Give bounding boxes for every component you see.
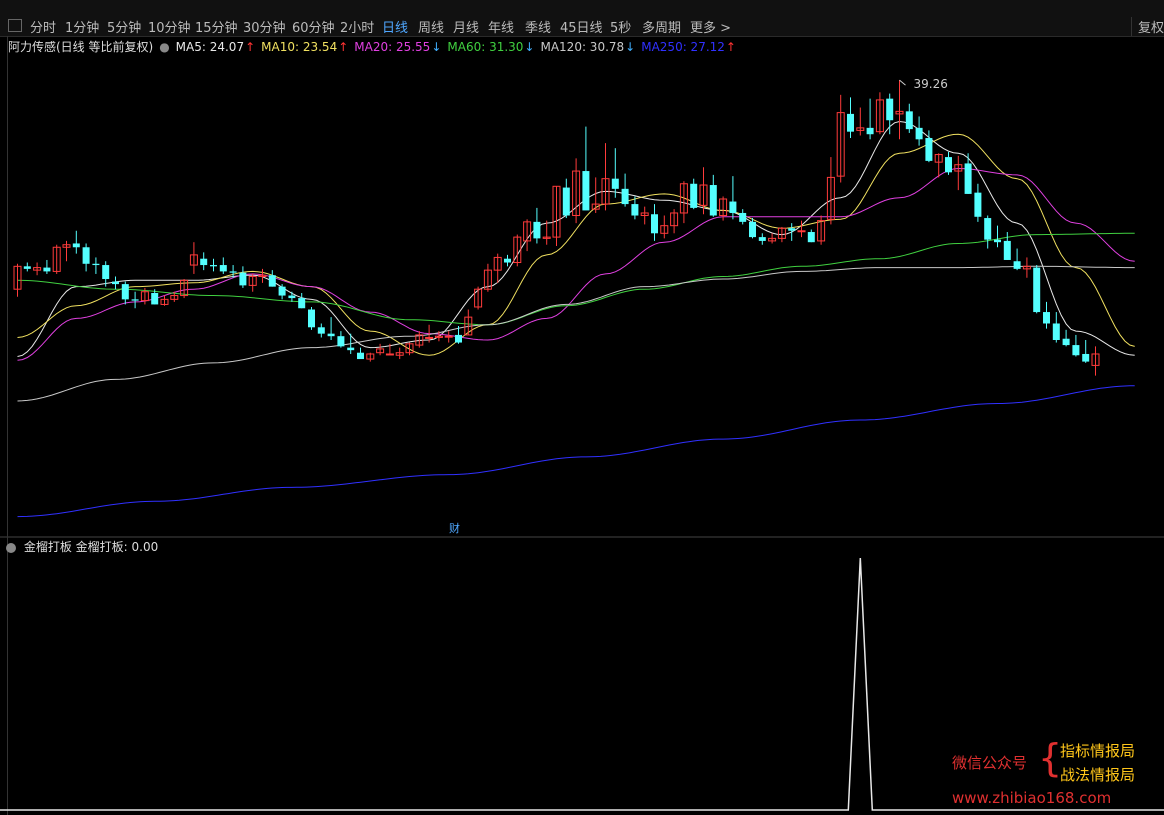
candle-body-down <box>1082 353 1090 362</box>
candle-body-down <box>709 185 717 216</box>
candle-body-down <box>455 334 462 343</box>
candle-body-down <box>1062 338 1070 346</box>
candle-body-down <box>112 281 119 285</box>
candle-body-down <box>317 327 325 334</box>
candle-body-down <box>23 266 31 269</box>
candle-body-down <box>327 333 335 337</box>
candle-body-down <box>504 258 511 263</box>
candle-body-down <box>886 98 894 121</box>
candle-body-down <box>945 157 952 173</box>
kline-chart: 39.26 <box>0 36 1164 815</box>
candle-body-down <box>915 127 923 140</box>
ma-line-ma5 <box>17 120 1135 357</box>
candle-body-down <box>151 293 159 305</box>
candle-body-down <box>562 187 570 216</box>
candle-body-up <box>797 230 806 233</box>
ma-line-ma250 <box>17 385 1135 518</box>
candle-body-down <box>739 212 747 222</box>
candle-body-down <box>611 178 619 189</box>
candle-body-down <box>1043 312 1050 324</box>
candle-body-down <box>268 275 276 287</box>
candle-body-down <box>298 298 306 309</box>
watermark-right-text-2: 战法情报局 <box>1060 766 1136 784</box>
ma-line-ma120 <box>17 265 1135 402</box>
candle-body-down <box>847 113 854 132</box>
candle-body-down <box>102 265 110 280</box>
candle-body-down <box>964 163 972 194</box>
candle-body-down <box>807 232 815 243</box>
candle-body-down <box>994 239 1001 243</box>
peak-price-label: 39.26 <box>914 77 948 91</box>
candle-body-down <box>278 286 286 296</box>
candle-body-down <box>337 336 345 347</box>
candle-body-down <box>121 284 129 300</box>
candle-body-down <box>1072 345 1080 356</box>
candle-body-down <box>631 204 639 216</box>
candle-body-down <box>239 272 247 286</box>
candle-body-down <box>131 299 139 301</box>
candle-body-down <box>219 265 227 272</box>
candle-body-down <box>1013 261 1021 269</box>
candle-body-up <box>444 335 453 338</box>
candle-body-down <box>749 221 756 238</box>
candle-body-down <box>651 214 658 234</box>
watermark: 微信公众号 { 指标情报局 战法情报局 www.zhibiao168.com <box>950 738 1160 812</box>
candle-body-down <box>1052 323 1060 340</box>
candle-body-down <box>210 265 217 267</box>
candle-body-down <box>43 267 51 272</box>
candle-body-down <box>288 295 296 299</box>
indicator-value: 金榴打板: 0.00 <box>75 540 159 554</box>
candle-body-down <box>582 171 590 211</box>
watermark-left-text: 微信公众号 <box>952 754 1028 772</box>
candle-body-down <box>72 243 80 248</box>
candle-body-down <box>621 188 629 205</box>
candle-body-down <box>984 218 992 240</box>
candle-body-down <box>82 247 90 264</box>
watermark-brace: { <box>1038 736 1063 780</box>
indicator-header: 金榴打板 金榴打板: 0.00 <box>6 538 158 555</box>
finance-marker[interactable]: 财 <box>449 520 460 536</box>
candle-body-down <box>92 263 100 266</box>
candle-body-down <box>347 347 355 351</box>
candle-body-down <box>357 352 364 360</box>
candle-body-down <box>308 309 315 328</box>
indicator-name[interactable]: 金榴打板 <box>24 540 72 554</box>
watermark-right-text-1: 指标情报局 <box>1060 742 1136 760</box>
peak-marker-line <box>899 79 906 86</box>
watermark-url: www.zhibiao168.com <box>952 789 1112 807</box>
candle-body-down <box>229 271 237 273</box>
candle-body-down <box>866 127 874 135</box>
candle-body-down <box>1033 267 1041 313</box>
candle-body-down <box>690 183 698 208</box>
candle-body-down <box>974 192 982 217</box>
candle-body-down <box>758 237 766 241</box>
candle-body-down <box>200 258 208 266</box>
candle-body-down <box>1003 240 1011 260</box>
candle-body-down <box>729 201 737 213</box>
candle-body-down <box>905 111 913 130</box>
indicator-settings-icon[interactable] <box>6 542 16 553</box>
candle-body-up <box>425 336 434 339</box>
ma-line-ma60 <box>17 232 1135 326</box>
candle-body-down <box>788 228 796 231</box>
candle-body-up <box>385 353 394 356</box>
candle-body-down <box>925 138 933 161</box>
candle-body-down <box>533 221 541 239</box>
